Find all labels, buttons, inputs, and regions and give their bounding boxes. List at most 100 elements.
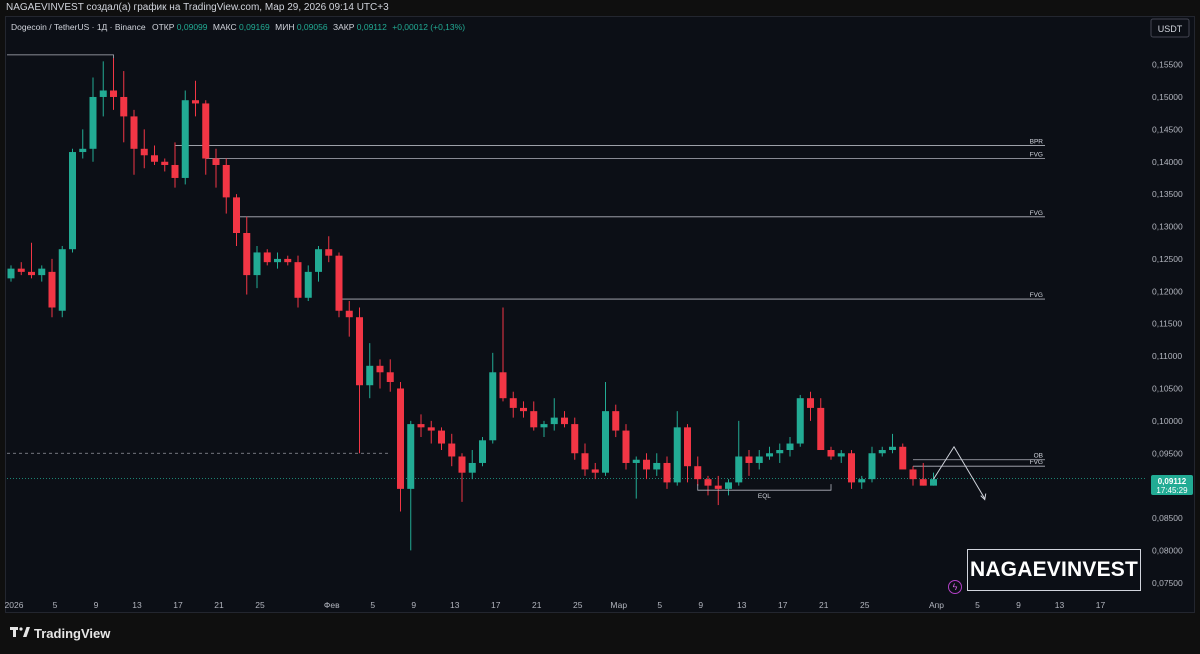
candlestick-chart[interactable]: BPRFVGFVGFVGOBFVG EQL Dogecoin / TetherU… <box>5 16 1195 613</box>
time-tick-label: Апр <box>929 600 944 610</box>
bar-countdown: 17:45:29 <box>1156 486 1188 495</box>
candle-body <box>725 482 732 489</box>
candle-body <box>89 96 97 149</box>
price-axis[interactable]: 0,160000,155000,150000,145000,140000,135… <box>1152 27 1183 588</box>
projection-path <box>933 445 986 499</box>
current-price-label: 0,09112 17:45:29 <box>1151 475 1193 495</box>
candle-body <box>407 424 415 489</box>
candle-body <box>243 233 251 276</box>
time-tick-label: 2026 <box>5 600 24 610</box>
price-tick-label: 0,14000 <box>1152 157 1183 167</box>
candle-body <box>386 372 394 382</box>
candle-body <box>202 103 210 159</box>
legend-close-label: ЗАКР <box>333 22 355 32</box>
candle-body <box>540 424 548 428</box>
candle-body <box>110 90 117 97</box>
candle-body <box>909 469 917 480</box>
candle-body <box>120 96 128 117</box>
legend-high-label: МАКС <box>213 22 237 32</box>
price-tick-label: 0,10000 <box>1152 416 1183 426</box>
footer-bar <box>0 613 1200 654</box>
candle-body <box>581 453 589 470</box>
price-tick-label: 0,08000 <box>1152 545 1183 555</box>
candle-body <box>571 424 579 454</box>
candle-body <box>858 479 866 483</box>
time-axis[interactable]: 2026 5 9 13 17 21 25 Фев 5 9 13 17 21 25 Мар 5 9 13 17 21 25… <box>5 600 1105 610</box>
time-tick-label: 9 <box>1016 600 1021 610</box>
level-lines: BPRFVGFVGFVGOBFVG <box>7 54 1145 479</box>
candle-body <box>294 262 302 298</box>
candle-body <box>878 450 886 454</box>
level-label: FVG <box>1030 292 1043 299</box>
candle-body <box>345 310 353 318</box>
candle-body <box>99 90 107 97</box>
tradingview-logo[interactable]: TradingView <box>10 626 110 641</box>
lightning-icon[interactable]: ϟ <box>948 580 962 594</box>
candle-body <box>919 479 927 486</box>
level-label: BPR <box>1030 139 1044 146</box>
candle-body <box>468 462 476 473</box>
time-tick-label: 17 <box>1096 600 1106 610</box>
currency-button[interactable]: USDT <box>1150 18 1190 38</box>
candle-body <box>315 249 322 272</box>
candle-body <box>889 446 896 451</box>
time-tick-label: 5 <box>53 600 58 610</box>
current-price-value: 0,09112 <box>1158 477 1187 486</box>
candle-body <box>930 479 937 486</box>
chart-caption-bar: NAGAEVINVEST создал(а) график на Trading… <box>0 0 1200 16</box>
candle-body <box>263 252 271 263</box>
candle-body <box>325 249 333 256</box>
candle-body <box>714 485 722 489</box>
candle-body <box>58 249 66 311</box>
candle-body <box>684 427 691 467</box>
price-tick-label: 0,12000 <box>1152 286 1183 296</box>
candle-body <box>7 268 15 279</box>
candle-body <box>704 479 712 486</box>
candle-body <box>509 398 517 408</box>
candle-body <box>233 197 240 234</box>
time-tick-label: 5 <box>975 600 980 610</box>
price-tick-label: 0,15500 <box>1152 60 1183 70</box>
candle-body <box>130 116 138 149</box>
eql-label: EQL <box>758 493 771 500</box>
price-tick-label: 0,09500 <box>1152 448 1183 458</box>
candle-body <box>848 453 855 483</box>
time-tick-label: 5 <box>370 600 375 610</box>
candle-body <box>335 255 343 311</box>
candle-body <box>561 417 568 425</box>
legend-low-value: 0,09056 <box>297 22 328 32</box>
candle-body <box>591 469 599 473</box>
candle-body <box>417 424 425 428</box>
time-tick-label: 5 <box>657 600 662 610</box>
legend-open-value: 0,09099 <box>177 22 208 32</box>
time-tick-label: 25 <box>860 600 870 610</box>
author-watermark: NAGAEVINVEST <box>967 549 1141 591</box>
candle-body <box>520 407 527 412</box>
candle-body <box>140 148 148 156</box>
candle-body <box>69 152 76 250</box>
time-tick-label: Фев <box>324 600 340 610</box>
tradingview-logo-icon <box>10 626 30 641</box>
candle-body <box>663 462 671 483</box>
candle-body <box>602 411 609 473</box>
time-tick-label: 21 <box>819 600 829 610</box>
candle-body <box>79 148 87 153</box>
chart-caption: NAGAEVINVEST создал(а) график на Trading… <box>6 2 389 13</box>
currency-label: USDT <box>1158 24 1183 34</box>
candle-body <box>643 459 650 470</box>
candle-body <box>786 443 794 451</box>
candle-body <box>448 443 456 457</box>
candles <box>7 58 937 551</box>
candle-body <box>356 317 363 386</box>
legend-high-value: 0,09169 <box>239 22 270 32</box>
candle-body <box>807 398 814 408</box>
time-tick-label: 13 <box>737 600 747 610</box>
candle-body <box>38 268 46 276</box>
candle-body <box>766 453 773 457</box>
price-tick-label: 0,11000 <box>1152 351 1182 361</box>
candle-body <box>48 271 56 308</box>
time-tick-label: 25 <box>255 600 265 610</box>
candle-body <box>827 450 835 457</box>
candle-body <box>479 440 486 463</box>
time-tick-label: 13 <box>1055 600 1065 610</box>
